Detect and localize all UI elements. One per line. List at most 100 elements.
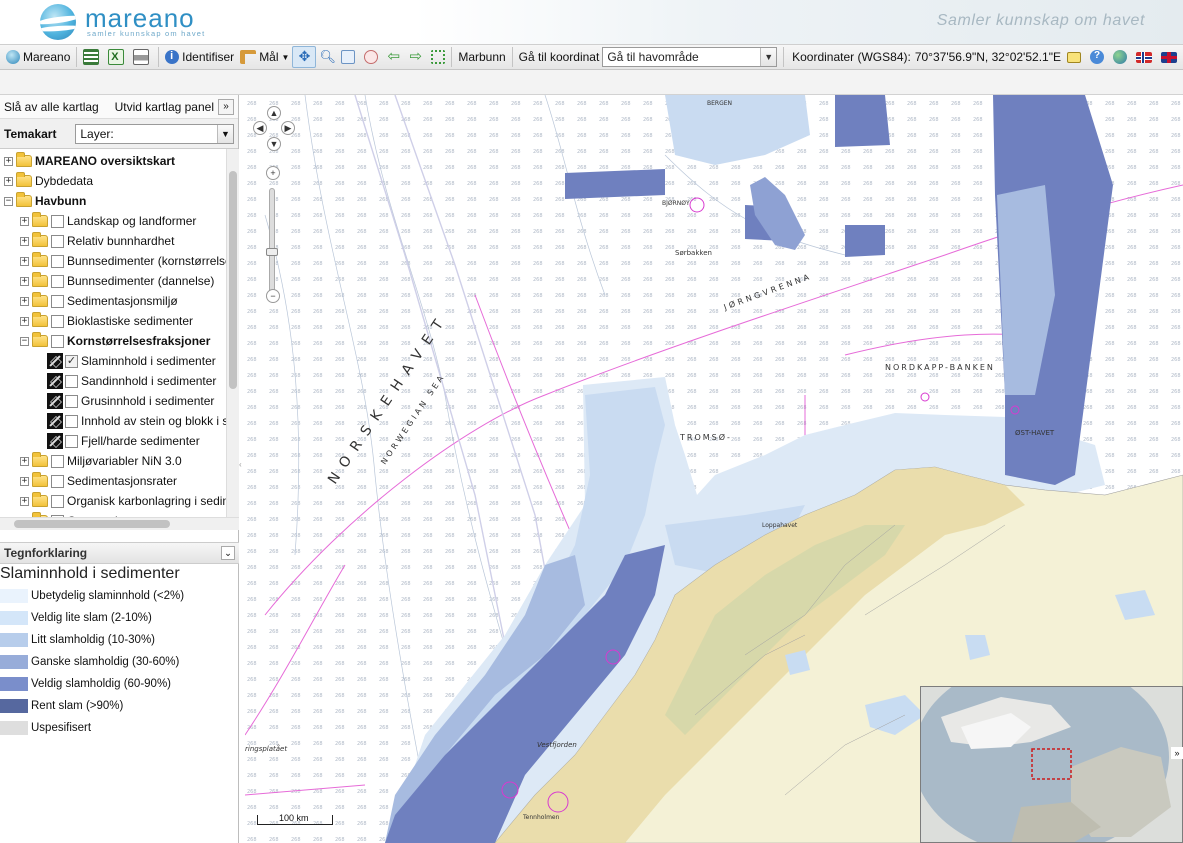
norwegian-language-button[interactable] — [1133, 46, 1158, 68]
layer-checkbox[interactable] — [65, 414, 78, 428]
layer-checkbox[interactable] — [65, 394, 78, 408]
layer-checkbox[interactable] — [65, 434, 78, 448]
pan-right-button[interactable]: ▶ — [281, 121, 295, 135]
zoom-in-control[interactable]: + — [266, 166, 280, 180]
back-button[interactable]: ⇦ — [384, 46, 406, 68]
layer-tree-item[interactable]: + Sedimentasjonsmiljø — [0, 291, 226, 311]
layer-tree-item[interactable]: + Relativ bunnhardhet — [0, 231, 226, 251]
layer-checkbox[interactable] — [51, 334, 64, 348]
expand-icon[interactable]: + — [20, 216, 29, 226]
layer-checkbox[interactable]: ✓ — [65, 354, 78, 368]
excel-button[interactable]: X — [105, 46, 130, 68]
measure-button[interactable]: Mål ▼ — [237, 46, 292, 68]
layer-tree-item[interactable]: Innhold av stein og blokk i sedimenter — [0, 411, 226, 431]
layer-tree-item[interactable]: + Bunnsedimenter (kornstørrelse) — [0, 251, 226, 271]
layer-checkbox[interactable] — [51, 294, 64, 308]
sea-area-select[interactable]: Gå til havområde ▼ — [602, 47, 778, 67]
help-button[interactable]: ? — [1087, 46, 1110, 68]
layer-checkbox[interactable] — [51, 274, 64, 288]
layer-checkbox[interactable] — [51, 454, 64, 468]
pan-up-button[interactable]: ▲ — [267, 106, 281, 120]
collapse-icon[interactable]: − — [4, 196, 13, 206]
layer-tree-item[interactable]: Sandinnhold i sedimenter — [0, 371, 226, 391]
layer-tool-icon[interactable] — [47, 413, 63, 429]
layer-select[interactable]: Layer: ▼ — [75, 123, 234, 144]
layer-checkbox[interactable] — [51, 494, 64, 508]
legend-header[interactable]: Tegnforklaring ⌄ — [0, 542, 239, 564]
expand-icon[interactable]: + — [20, 316, 29, 326]
app-header: mareano samler kunnskap om havet Samler … — [0, 0, 1183, 44]
pan-down-button[interactable]: ▼ — [267, 137, 281, 151]
scrollbar-thumb[interactable] — [229, 171, 237, 389]
layer-tree-item[interactable]: + Sedimentasjonsrater — [0, 471, 226, 491]
layer-tree-item[interactable]: + MAREANO oversiktskart — [0, 151, 226, 171]
zoom-slider-handle[interactable] — [266, 248, 278, 256]
expand-icon[interactable]: + — [20, 296, 29, 306]
pan-left-button[interactable]: ◀ — [253, 121, 267, 135]
mareano-logo-icon[interactable] — [40, 4, 76, 40]
layer-tree-item[interactable]: − Kornstørrelsesfraksjoner — [0, 331, 226, 351]
layer-tree-item[interactable]: ✓ Slaminnhold i sedimenter — [0, 351, 226, 371]
overview-toggle-button[interactable]: » — [1171, 747, 1183, 759]
collapse-icon[interactable]: − — [20, 336, 29, 346]
globe-button[interactable] — [1110, 46, 1133, 68]
layer-tree-horizontal-scrollbar[interactable] — [0, 517, 239, 530]
layer-tree-item[interactable]: Fjell/harde sedimenter — [0, 431, 226, 451]
expand-icon[interactable]: + — [4, 176, 13, 186]
overview-map-canvas[interactable] — [921, 687, 1183, 843]
chevron-down-icon[interactable]: ▼ — [760, 48, 777, 66]
double-chevron-right-icon[interactable]: » — [218, 98, 234, 115]
full-extent-button[interactable] — [428, 46, 448, 68]
layer-tree-item[interactable]: + Dybdedata — [0, 171, 226, 191]
pan-button[interactable]: ✥ — [292, 46, 317, 68]
identify-button[interactable]: i Identifiser — [162, 46, 237, 68]
table-button[interactable] — [80, 46, 105, 68]
layer-tree-item[interactable]: + Bioklastiske sedimenter — [0, 311, 226, 331]
expand-icon[interactable]: + — [20, 456, 29, 466]
forward-button[interactable]: ⇨ — [406, 46, 428, 68]
double-chevron-down-icon[interactable]: ⌄ — [221, 546, 235, 560]
expand-icon[interactable]: + — [20, 236, 29, 246]
secondary-toolbar — [0, 70, 1183, 95]
layer-tree-item[interactable]: + Miljøvariabler NiN 3.0 — [0, 451, 226, 471]
marbunn-button[interactable]: Marbunn — [455, 46, 508, 68]
expand-icon[interactable]: + — [20, 276, 29, 286]
expand-icon[interactable]: + — [20, 256, 29, 266]
home-button[interactable]: Mareano — [3, 46, 73, 68]
zoom-in-button[interactable]: 🔍︎ — [316, 46, 338, 68]
expand-icon[interactable]: + — [20, 476, 29, 486]
legend-item: Ganske slamholdig (30-60%) — [0, 651, 239, 673]
layer-checkbox[interactable] — [51, 234, 64, 248]
expand-icon[interactable]: + — [4, 156, 13, 166]
layer-tool-icon[interactable] — [47, 433, 63, 449]
layer-tree-item[interactable]: + Landskap og landformer — [0, 211, 226, 231]
layer-tree-item[interactable]: Grusinnhold i sedimenter — [0, 391, 226, 411]
chevron-down-icon[interactable]: ▼ — [217, 124, 233, 143]
mail-button[interactable] — [1064, 46, 1087, 68]
expand-layer-panel-link[interactable]: Utvid kartlag panel — [115, 100, 214, 114]
english-language-button[interactable] — [1158, 46, 1183, 68]
map-view[interactable]: 268 — [245, 95, 1183, 843]
layer-checkbox[interactable] — [51, 314, 64, 328]
print-button[interactable] — [130, 46, 155, 68]
layer-checkbox[interactable] — [51, 474, 64, 488]
scrollbar-thumb[interactable] — [14, 520, 170, 528]
layer-tree-item[interactable]: + Organisk karbonlagring i sedimenter — [0, 491, 226, 511]
layer-tree-item[interactable]: + Bunnsedimenter (dannelse) — [0, 271, 226, 291]
overview-map[interactable] — [920, 686, 1183, 843]
turn-off-all-layers-link[interactable]: Slå av alle kartlag — [4, 100, 99, 114]
zoom-out-button[interactable] — [361, 46, 384, 68]
zoom-out-control[interactable]: − — [266, 289, 280, 303]
zoom-in-box-button[interactable] — [338, 46, 361, 68]
layer-tool-icon[interactable] — [47, 353, 63, 369]
layer-tool-icon[interactable] — [47, 373, 63, 389]
layer-tree-vertical-scrollbar[interactable] — [226, 149, 239, 517]
expand-icon[interactable]: + — [20, 496, 29, 506]
layer-tool-icon[interactable] — [47, 393, 63, 409]
zoom-slider[interactable] — [269, 188, 275, 300]
goto-coordinate-button[interactable]: Gå til koordinat — [516, 46, 603, 68]
layer-checkbox[interactable] — [51, 254, 64, 268]
layer-checkbox[interactable] — [65, 374, 78, 388]
layer-checkbox[interactable] — [51, 214, 64, 228]
layer-tree-item[interactable]: − Havbunn — [0, 191, 226, 211]
